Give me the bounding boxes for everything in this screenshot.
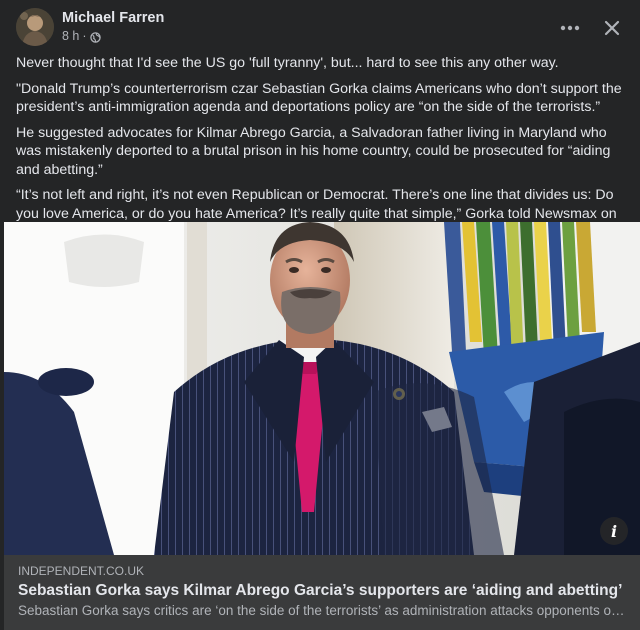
link-preview-card[interactable]: INDEPENDENT.CO.UK Sebastian Gorka says K… bbox=[4, 555, 640, 630]
close-button[interactable] bbox=[596, 12, 628, 44]
post-time[interactable]: 8 h bbox=[62, 28, 79, 44]
header-actions bbox=[554, 12, 628, 44]
link-description: Sebastian Gorka says critics are ‘on the… bbox=[18, 603, 626, 618]
facebook-post: Michael Farren 8 h · Never thought that … bbox=[0, 0, 640, 630]
meta-separator: · bbox=[82, 29, 87, 43]
post-paragraph: Never thought that I'd see the US go 'fu… bbox=[16, 55, 559, 71]
post-header: Michael Farren 8 h · bbox=[16, 8, 628, 48]
globe-icon[interactable] bbox=[89, 31, 101, 43]
info-icon[interactable]: i bbox=[600, 517, 628, 545]
more-options-button[interactable] bbox=[554, 12, 586, 44]
post-text: Never thought that I'd see the US go 'fu… bbox=[16, 54, 626, 249]
post-meta: 8 h · bbox=[62, 28, 164, 44]
post-paragraph: He suggested advocates for Kilmar Abrego… bbox=[16, 124, 611, 178]
author-avatar[interactable] bbox=[16, 8, 54, 46]
link-preview-image[interactable]: i bbox=[4, 222, 640, 555]
author-name[interactable]: Michael Farren bbox=[62, 9, 164, 27]
close-icon bbox=[604, 20, 620, 36]
link-domain: INDEPENDENT.CO.UK bbox=[18, 564, 145, 578]
post-paragraph: "Donald Trump’s counterterrorism czar Se… bbox=[16, 80, 622, 116]
more-horizontal-icon bbox=[560, 25, 580, 31]
link-title[interactable]: Sebastian Gorka says Kilmar Abrego Garci… bbox=[18, 581, 626, 601]
